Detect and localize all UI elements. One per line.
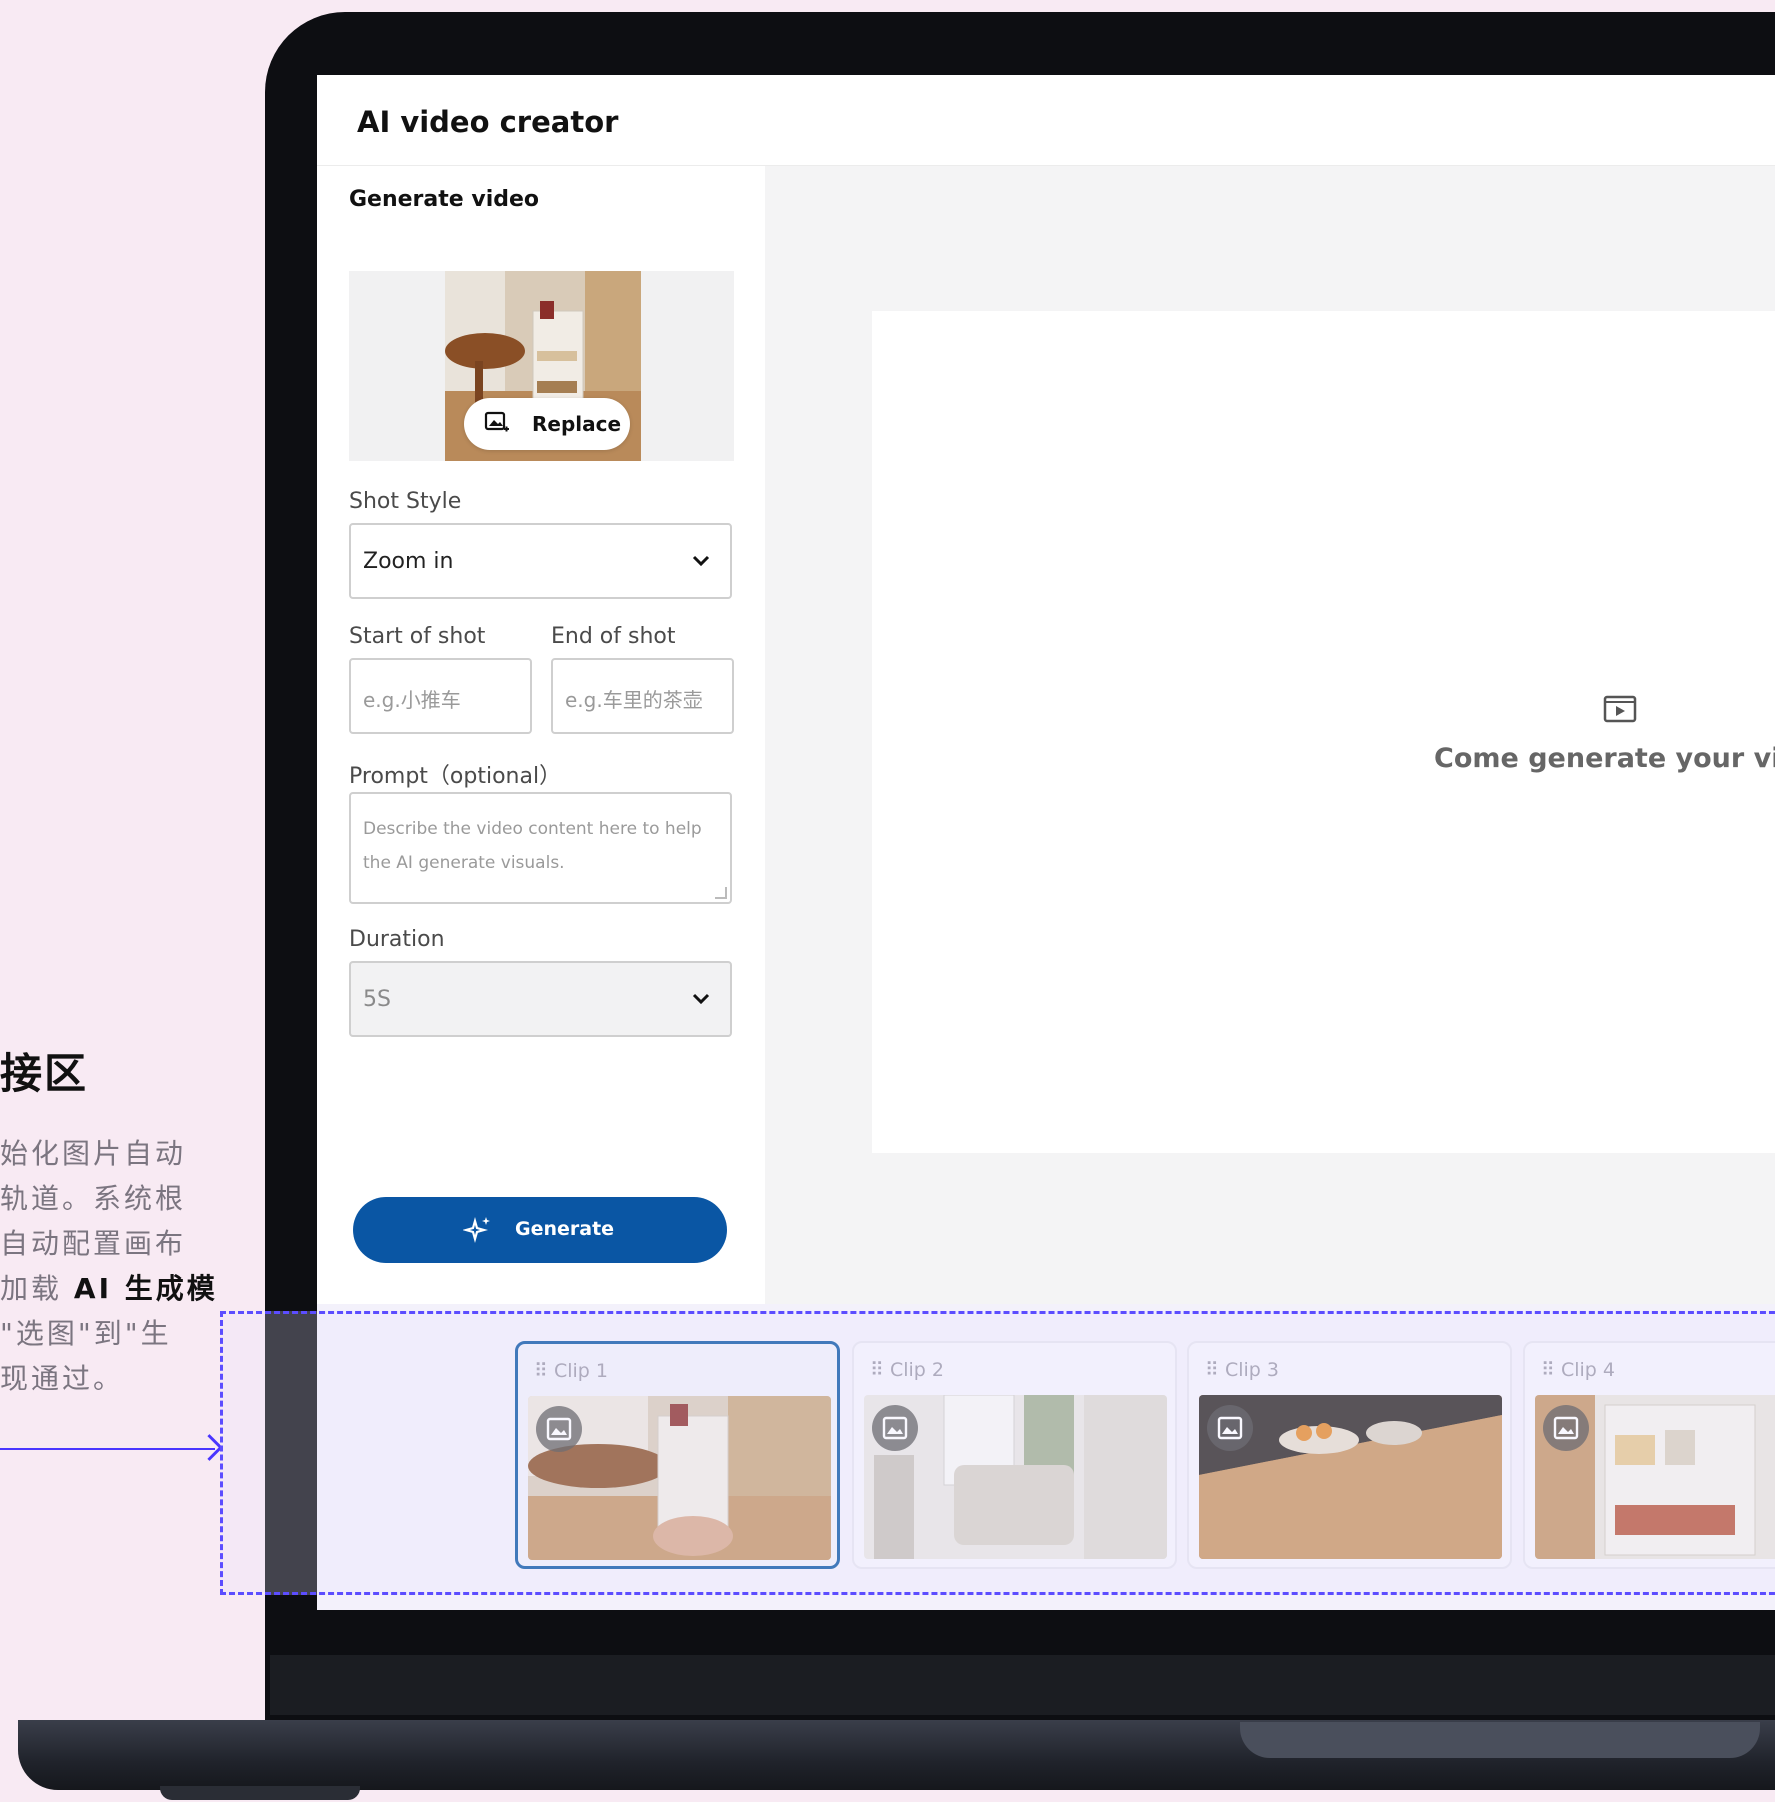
shot-style-value: Zoom in [363,549,454,574]
start-of-shot-label: Start of shot [349,624,486,649]
annotation-highlight-frame [220,1311,1775,1595]
app-title: AI video creator [357,105,619,139]
annotation-line: 自动配置画布 [0,1227,187,1260]
end-of-shot-input[interactable]: e.g.车里的茶壶 [551,658,734,734]
replace-label: Replace [532,412,622,436]
annotation-highlight: AI 生成模 [73,1272,218,1305]
sidebar-title: Generate video [349,187,540,212]
resize-handle-icon[interactable] [715,887,727,899]
duration-value: 5S [363,987,391,1012]
duration-label: Duration [349,927,445,952]
annotation-line: 轨道。系统根 [0,1182,187,1215]
annotation-title: 接区 [0,1049,89,1098]
preview-empty-text: Come generate your vide [1434,743,1775,774]
shot-style-label: Shot Style [349,489,462,514]
image-replace-icon [484,411,509,432]
annotation-arrow-line [0,1448,215,1450]
generate-label: Generate [515,1218,615,1240]
app-header: AI video creator [317,75,1775,166]
annotation-line-part: 加载 [0,1272,63,1305]
prompt-textarea[interactable]: Describe the video content here to help … [349,792,732,904]
annotation-arrowhead-icon [196,1434,223,1461]
replace-image-button[interactable]: Replace [464,398,630,450]
generate-button[interactable]: Generate [353,1197,727,1263]
chevron-down-icon [692,555,710,567]
video-preview-area [872,311,1775,1153]
annotation-line: "选图"到"生 [0,1317,172,1350]
start-of-shot-input[interactable]: e.g.小推车 [349,658,532,734]
laptop-foot [160,1786,360,1800]
end-of-shot-placeholder: e.g.车里的茶壶 [565,688,703,712]
sparkle-icon [463,1216,490,1244]
prompt-placeholder: Describe the video content here to help … [363,819,702,873]
chevron-down-icon [692,993,710,1005]
duration-select[interactable]: 5S [349,961,732,1037]
laptop-notch [1240,1722,1760,1758]
prompt-label: Prompt（optional） [349,764,562,789]
laptop-bezel [270,1655,1775,1715]
video-play-icon [1603,695,1637,723]
shot-style-select[interactable]: Zoom in [349,523,732,599]
annotation-line: 始化图片自动 [0,1137,187,1170]
annotation-line: 现通过。 [0,1362,125,1395]
annotation-line: 加载 AI 生成模 [0,1267,218,1307]
end-of-shot-label: End of shot [551,624,676,649]
start-of-shot-placeholder: e.g.小推车 [363,688,461,712]
